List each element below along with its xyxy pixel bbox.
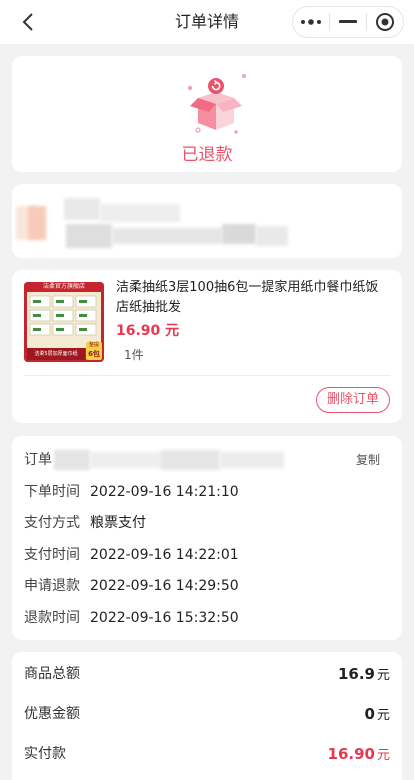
navigation-bar: 订单详情 [0,0,414,44]
info-value: 2022-09-16 15:32:50 [90,610,239,626]
image-pack-tag: 6包 [88,350,100,358]
totals-card: 商品总额 16.9 元 优惠金额 0元 实付款 16.90 元 [12,652,402,780]
close-miniprogram-button[interactable] [367,7,403,37]
info-row-refund-time: 退款时间 2022-09-16 15:32:50 [24,608,390,628]
info-label: 支付方式 [24,515,80,531]
info-label: 下单时间 [24,484,80,500]
address-card [12,184,402,258]
refund-box-icon [187,74,246,134]
info-row-payment-method: 支付方式 粮票支付 [24,513,390,533]
currency-unit: 元 [376,668,390,683]
product-quantity: 1件 [124,348,144,362]
more-button[interactable] [293,7,329,37]
minimize-button[interactable] [330,7,366,37]
delete-order-button[interactable]: 删除订单 [316,387,390,413]
info-value: 2022-09-16 14:29:50 [90,578,239,594]
product-image[interactable]: 洁柔官方旗舰店 洁柔5层加厚面巾纸 整提 6包 [24,282,104,362]
amount: 0 [364,705,375,723]
order-number-row: 订单 复制 [24,450,390,470]
total-row-discount: 优惠金额 0元 [24,702,390,726]
total-label: 实付款 [24,746,66,762]
minus-icon [339,20,357,23]
info-row-payment-time: 支付时间 2022-09-16 14:22:01 [24,545,390,565]
mini-program-capsule [292,6,404,38]
info-label: 申请退款 [24,578,80,594]
total-value: 16.90 元 [328,742,390,768]
image-bottom-text: 洁柔5层加厚面巾纸 [34,351,78,357]
total-label: 优惠金额 [24,706,80,722]
info-row-refund-request: 申请退款 2022-09-16 14:29:50 [24,576,390,596]
image-tag-top: 整提 [88,342,99,348]
target-circle-icon [376,13,394,31]
info-label: 退款时间 [24,610,80,626]
total-value: 0元 [365,702,390,728]
info-value: 2022-09-16 14:22:01 [90,547,239,563]
product-title[interactable]: 洁柔抽纸3层100抽6包一提家用纸巾餐巾纸饭店纸抽批发 [116,278,390,318]
amount: 16.90 [327,745,375,763]
info-value: 粮票支付 [90,515,146,531]
order-number-label: 订单 [24,452,52,468]
divider [24,375,390,376]
order-info-card: 订单 复制 下单时间 2022-09-16 14:21:10 支付方式 粮票支付 支… [12,436,402,640]
image-banner-text: 洁柔官方旗舰店 [42,283,85,290]
info-row-order-time: 下单时间 2022-09-16 14:21:10 [24,482,390,502]
total-row-paid: 实付款 16.90 元 [24,742,390,766]
info-value: 2022-09-16 14:21:10 [90,484,239,500]
status-card: 已退款 [12,56,402,172]
total-row-goods: 商品总额 16.9 元 [24,662,390,686]
goods-card: 洁柔官方旗舰店 洁柔5层加厚面巾纸 整提 6包 洁柔抽纸3层100抽6包一提家用… [12,270,402,423]
total-label: 商品总额 [24,666,80,682]
more-dots-icon [301,19,321,25]
copy-order-number-button[interactable]: 复制 [356,450,380,470]
info-label: 支付时间 [24,547,80,563]
total-value: 16.9 元 [338,662,390,688]
currency-unit: 元 [376,748,390,763]
currency-unit: 元 [376,708,390,723]
amount: 16.9 [337,665,375,683]
product-price: 16.90 元 [116,323,180,339]
order-status-text: 已退款 [181,145,233,165]
